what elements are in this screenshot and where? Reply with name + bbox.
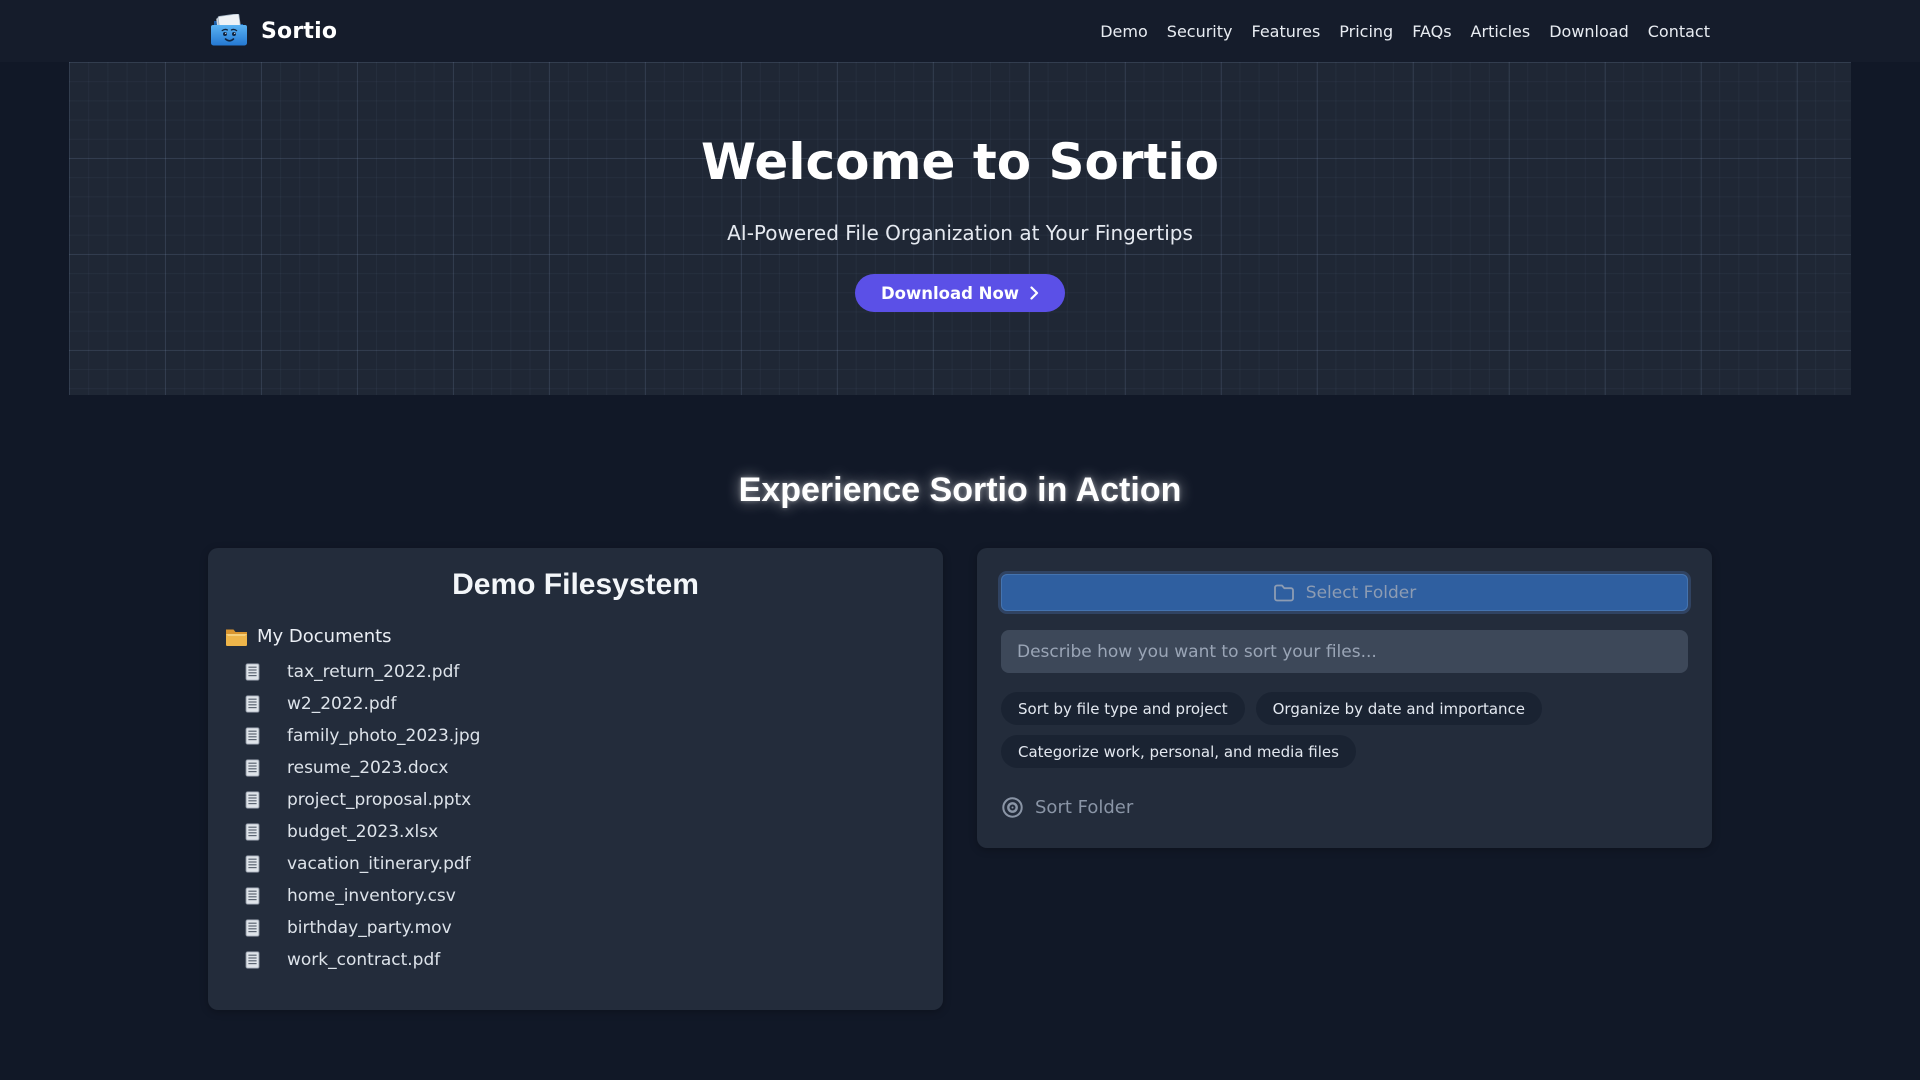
file-icon xyxy=(245,663,260,681)
file-icon xyxy=(245,759,260,777)
sorter-card: Select Folder Sort by file type and proj… xyxy=(977,548,1712,848)
hero-section: Welcome to Sortio AI-Powered File Organi… xyxy=(0,62,1920,395)
file-list: tax_return_2022.pdf w2_2022.pdf family_p… xyxy=(225,656,943,976)
nav-link[interactable]: Features xyxy=(1251,22,1320,41)
file-row: birthday_party.mov xyxy=(225,912,943,944)
file-icon xyxy=(245,855,260,873)
file-name: birthday_party.mov xyxy=(287,918,452,938)
file-row: budget_2023.xlsx xyxy=(225,816,943,848)
nav-link[interactable]: Security xyxy=(1167,22,1233,41)
file-icon xyxy=(245,951,260,969)
file-name: vacation_itinerary.pdf xyxy=(287,854,471,874)
file-name: w2_2022.pdf xyxy=(287,694,397,714)
chevron-right-icon xyxy=(1030,286,1039,300)
suggestion-chip[interactable]: Categorize work, personal, and media fil… xyxy=(1001,735,1356,768)
file-row: resume_2023.docx xyxy=(225,752,943,784)
file-icon xyxy=(245,887,260,905)
demo-section: Experience Sortio in Action Demo Filesys… xyxy=(0,471,1920,1010)
nav-link[interactable]: Articles xyxy=(1471,22,1531,41)
demo-section-heading: Experience Sortio in Action xyxy=(738,471,1182,509)
hero-subtitle: AI-Powered File Organization at Your Fin… xyxy=(727,221,1193,245)
nav-link[interactable]: Demo xyxy=(1100,22,1148,41)
nav-link[interactable]: Download xyxy=(1549,22,1629,41)
file-name: tax_return_2022.pdf xyxy=(287,662,460,682)
download-now-button[interactable]: Download Now xyxy=(854,274,1066,312)
top-navbar: Sortio Demo Security Features Pricing FA… xyxy=(0,0,1920,62)
target-icon xyxy=(1001,796,1024,819)
suggestion-chips: Sort by file type and project Organize b… xyxy=(1001,692,1688,768)
file-row: vacation_itinerary.pdf xyxy=(225,848,943,880)
nav-link[interactable]: Contact xyxy=(1648,22,1710,41)
hero-title: Welcome to Sortio xyxy=(701,133,1219,191)
filesystem-title: Demo Filesystem xyxy=(452,568,699,601)
file-row: family_photo_2023.jpg xyxy=(225,720,943,752)
file-row: project_proposal.pptx xyxy=(225,784,943,816)
file-icon xyxy=(245,791,260,809)
folder-outline-icon xyxy=(1273,583,1295,602)
select-folder-button[interactable]: Select Folder xyxy=(1001,574,1688,611)
file-name: family_photo_2023.jpg xyxy=(287,726,481,746)
file-name: home_inventory.csv xyxy=(287,886,456,906)
suggestion-chip[interactable]: Sort by file type and project xyxy=(1001,692,1245,725)
nav-link[interactable]: FAQs xyxy=(1412,22,1451,41)
brand[interactable]: Sortio xyxy=(210,14,337,48)
file-icon xyxy=(245,823,260,841)
sort-description-input[interactable] xyxy=(1001,630,1688,673)
folder-icon xyxy=(225,627,248,646)
sort-folder-label: Sort Folder xyxy=(1035,797,1134,818)
file-name: work_contract.pdf xyxy=(287,950,441,970)
brand-name: Sortio xyxy=(261,18,338,44)
file-icon xyxy=(245,919,260,937)
file-row: tax_return_2022.pdf xyxy=(225,656,943,688)
file-row: home_inventory.csv xyxy=(225,880,943,912)
file-icon xyxy=(245,727,260,745)
sortio-logo-icon xyxy=(210,14,248,48)
suggestion-chip[interactable]: Organize by date and importance xyxy=(1255,692,1543,725)
file-name: project_proposal.pptx xyxy=(287,790,472,810)
root-folder-row: My Documents xyxy=(225,622,943,650)
file-tree: My Documents tax_return_2022.pdf w2_2022… xyxy=(225,622,943,976)
root-folder-label: My Documents xyxy=(257,625,392,647)
file-row: work_contract.pdf xyxy=(225,944,943,976)
nav-links: Demo Security Features Pricing FAQs Arti… xyxy=(1100,22,1710,41)
file-row: w2_2022.pdf xyxy=(225,688,943,720)
file-icon xyxy=(245,695,260,713)
file-name: resume_2023.docx xyxy=(287,758,449,778)
file-name: budget_2023.xlsx xyxy=(287,822,439,842)
hero-grid-panel: Welcome to Sortio AI-Powered File Organi… xyxy=(69,62,1851,395)
nav-link[interactable]: Pricing xyxy=(1339,22,1393,41)
sort-folder-button[interactable]: Sort Folder xyxy=(1001,796,1133,819)
demo-filesystem-card: Demo Filesystem My Documents tax_return_… xyxy=(208,548,943,1010)
select-folder-label: Select Folder xyxy=(1305,582,1417,603)
download-now-label: Download Now xyxy=(880,283,1020,303)
